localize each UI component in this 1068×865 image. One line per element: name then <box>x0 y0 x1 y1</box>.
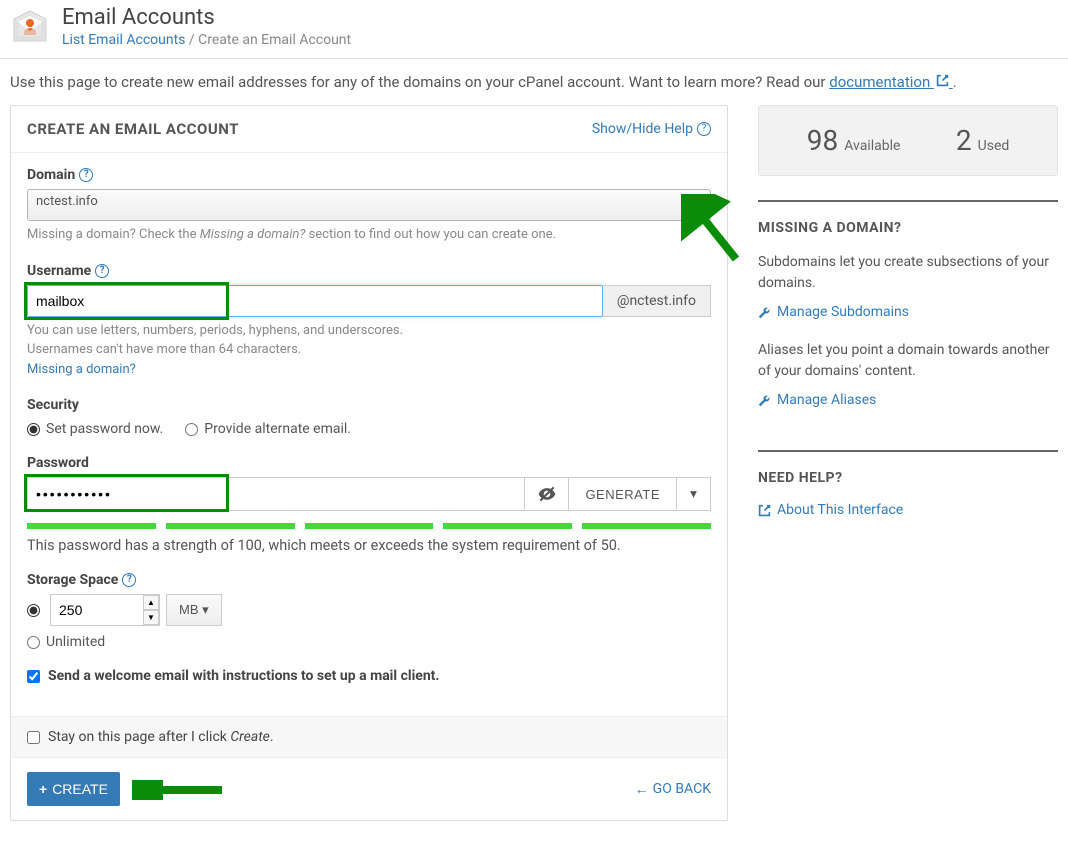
missing-domain-link[interactable]: Missing a domain? <box>27 362 136 377</box>
about-interface-link[interactable]: About This Interface <box>758 502 1058 518</box>
username-input[interactable] <box>27 285 603 317</box>
create-panel: CREATE AN EMAIL ACCOUNT Show/Hide Help ?… <box>10 105 728 821</box>
breadcrumb-list-link[interactable]: List Email Accounts <box>62 32 185 48</box>
username-label: Username <box>27 263 91 279</box>
missing-domain-section: MISSING A DOMAIN? Subdomains let you cre… <box>758 200 1058 450</box>
go-back-link[interactable]: ← GO BACK <box>635 781 711 798</box>
question-icon[interactable]: ? <box>79 168 93 182</box>
alternate-email-radio[interactable]: Provide alternate email. <box>185 421 351 437</box>
generate-button[interactable]: GENERATE <box>569 477 677 511</box>
storage-unlimited-radio[interactable]: Unlimited <box>27 634 711 650</box>
sidebar: 98 Available 2 Used MISSING A DOMAIN? Su… <box>758 105 1058 821</box>
arrow-left-icon: ← <box>635 781 649 798</box>
manage-aliases-link[interactable]: Manage Aliases <box>758 392 1058 408</box>
question-icon[interactable]: ? <box>122 573 136 587</box>
stay-on-page-checkbox[interactable]: Stay on this page after I click Create. <box>27 729 711 745</box>
documentation-link[interactable]: documentation <box>829 73 952 91</box>
question-icon: ? <box>697 122 711 136</box>
panel-title: CREATE AN EMAIL ACCOUNT <box>27 120 239 138</box>
annotation-arrow <box>132 780 232 800</box>
security-group: Security Set password now. Provide alter… <box>27 397 711 437</box>
need-help-section: NEED HELP? About This Interface <box>758 450 1058 560</box>
wrench-icon <box>758 306 771 319</box>
strength-meter <box>27 523 711 529</box>
manage-subdomains-link[interactable]: Manage Subdomains <box>758 304 1058 320</box>
create-button[interactable]: + CREATE <box>27 772 120 806</box>
domain-addon: @nctest.info <box>603 285 711 317</box>
caret-down-icon: ▾ <box>690 486 697 501</box>
used-count: 2 <box>956 124 972 157</box>
toggle-visibility-button[interactable] <box>525 477 569 511</box>
strength-text: This password has a strength of 100, whi… <box>27 537 711 554</box>
action-footer: + CREATE ← GO BACK <box>11 757 727 820</box>
plus-icon: + <box>39 781 47 797</box>
email-icon <box>10 7 50 47</box>
domain-label: Domain <box>27 167 75 183</box>
storage-unit-button[interactable]: MB ▾ <box>166 594 222 626</box>
available-count: 98 <box>807 124 838 157</box>
stay-section: Stay on this page after I click Create. <box>11 716 727 757</box>
stats-box: 98 Available 2 Used <box>758 105 1058 176</box>
show-hide-help-link[interactable]: Show/Hide Help ? <box>592 121 711 137</box>
intro-text: Use this page to create new email addres… <box>0 59 1068 105</box>
password-label: Password <box>27 455 89 471</box>
domain-group: Domain ? nctest.info ▾ Missing a domain?… <box>27 167 711 245</box>
username-group: Username ? @nctest.info You can use lett… <box>27 263 711 380</box>
storage-increment[interactable]: ▲ <box>143 595 159 610</box>
storage-fixed-radio[interactable] <box>27 604 40 617</box>
generate-dropdown-button[interactable]: ▾ <box>677 477 711 511</box>
wrench-icon <box>758 394 771 407</box>
storage-label: Storage Space <box>27 572 118 588</box>
domain-select[interactable]: nctest.info <box>27 189 711 221</box>
external-link-icon <box>758 504 771 517</box>
set-password-radio[interactable]: Set password now. <box>27 421 163 437</box>
storage-decrement[interactable]: ▼ <box>143 610 159 625</box>
external-link-icon <box>936 74 949 87</box>
page-title: Email Accounts <box>62 5 351 30</box>
page-header: Email Accounts List Email Accounts / Cre… <box>0 0 1068 59</box>
security-label: Security <box>27 397 79 413</box>
welcome-email-checkbox[interactable]: Send a welcome email with instructions t… <box>27 668 711 684</box>
password-group: Password GENERATE ▾ This password h <box>27 455 711 554</box>
question-icon[interactable]: ? <box>95 264 109 278</box>
password-input[interactable] <box>27 477 525 511</box>
storage-group: Storage Space ? ▲ ▼ MB ▾ <box>27 572 711 650</box>
eye-off-icon <box>537 484 557 504</box>
breadcrumb: List Email Accounts / Create an Email Ac… <box>62 32 351 48</box>
